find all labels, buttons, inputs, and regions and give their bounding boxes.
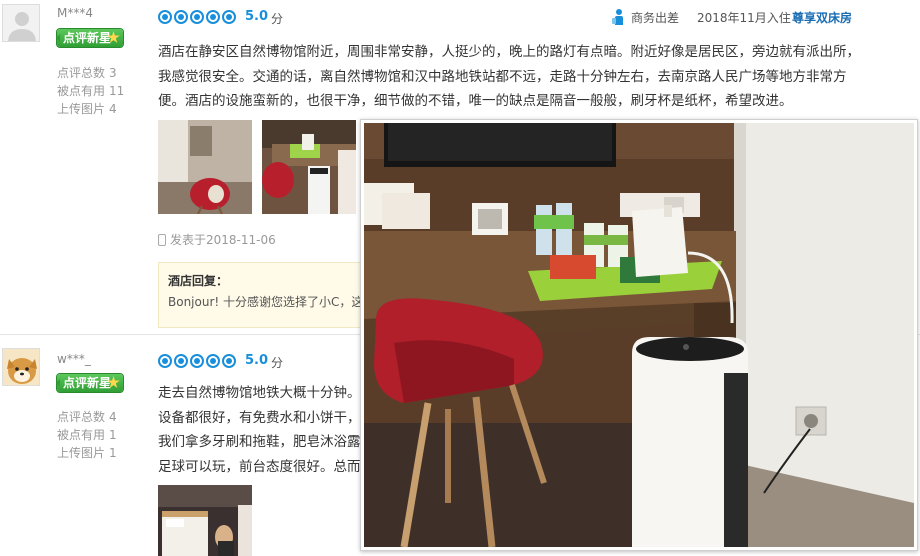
review-text: 走去自然博物馆地铁大概十分钟。 设备都很好，有免费水和小饼干， 我们拿多牙刷和拖… bbox=[158, 381, 363, 479]
stat-helpful-count: 被点有用 11 bbox=[57, 82, 124, 99]
badge-label: 点评新星 bbox=[63, 376, 112, 390]
username[interactable]: M***4 bbox=[57, 6, 93, 20]
hotel-reply: 酒店回复： Bonjour! 十分感谢您选择了小C，这里 bbox=[158, 262, 362, 328]
rating-dot-icon bbox=[174, 10, 188, 24]
stat-label: 被点有用 bbox=[57, 84, 106, 98]
review-photo-thumbnail[interactable] bbox=[158, 485, 252, 556]
stat-value: 3 bbox=[109, 66, 117, 80]
rating-dot-icon bbox=[222, 10, 236, 24]
stat-review-count: 点评总数 4 bbox=[57, 408, 117, 425]
rating-dot-icon bbox=[158, 354, 172, 368]
reply-title: 酒店回复： bbox=[168, 274, 229, 288]
enlarged-room-photo bbox=[364, 123, 914, 547]
rating-dot-icon bbox=[158, 10, 172, 24]
score-value: 5.0 bbox=[245, 9, 269, 24]
stat-label: 上传图片 bbox=[57, 446, 106, 460]
review-photo-thumbnail[interactable] bbox=[262, 120, 356, 214]
score-unit: 分 bbox=[271, 12, 284, 26]
reviewer-badge: 点评新星 bbox=[56, 374, 123, 392]
room-type-link[interactable]: 尊享双床房 bbox=[792, 9, 852, 26]
rating-dots bbox=[158, 10, 238, 24]
stat-label: 上传图片 bbox=[57, 102, 106, 116]
avatar[interactable] bbox=[2, 4, 40, 42]
badge-label: 点评新星 bbox=[63, 31, 112, 45]
rating-dot-icon bbox=[206, 354, 220, 368]
posted-info: 发表于2018-11-06 bbox=[158, 231, 276, 248]
stat-review-count: 点评总数 3 bbox=[57, 64, 117, 81]
posted-date: 发表于2018-11-06 bbox=[170, 233, 276, 247]
rating-dots bbox=[158, 354, 238, 368]
review-text: 酒店在静安区自然博物馆附近，周围非常安静，人挺少的，晚上的路灯有点暗。附近好像是… bbox=[158, 44, 860, 109]
stat-value: 1 bbox=[109, 446, 117, 460]
stat-label: 点评总数 bbox=[57, 410, 106, 424]
username[interactable]: w***_ bbox=[57, 352, 91, 366]
stat-photo-count: 上传图片 1 bbox=[57, 444, 117, 461]
score-unit: 分 bbox=[271, 356, 284, 370]
stay-date: 2018年11月入住 bbox=[697, 11, 791, 25]
stat-label: 被点有用 bbox=[57, 428, 106, 442]
rating-dot-icon bbox=[190, 354, 204, 368]
phone-icon bbox=[158, 234, 166, 246]
rating-dot-icon bbox=[222, 354, 236, 368]
stat-label: 点评总数 bbox=[57, 66, 106, 80]
stat-value: 1 bbox=[109, 428, 117, 442]
rating-dot-icon bbox=[190, 10, 204, 24]
trip-type-label: 商务出差 bbox=[631, 11, 680, 25]
reviewer-badge: 点评新星 bbox=[56, 29, 123, 47]
avatar[interactable] bbox=[2, 348, 40, 386]
score-value: 5.0 bbox=[245, 353, 269, 368]
stat-value: 4 bbox=[109, 410, 117, 424]
reply-text: Bonjour! 十分感谢您选择了小C，这里 bbox=[168, 295, 362, 309]
trip-type: 商务出差 bbox=[612, 9, 679, 26]
rating-dot-icon bbox=[206, 10, 220, 24]
review-text-line: 设备都很好，有免费水和小饼干， bbox=[158, 409, 361, 426]
photo-viewer-popup[interactable] bbox=[360, 119, 918, 551]
dog-avatar-icon bbox=[3, 349, 39, 385]
stat-photo-count: 上传图片 4 bbox=[57, 100, 117, 117]
stat-helpful-count: 被点有用 1 bbox=[57, 426, 117, 443]
rating-dot-icon bbox=[174, 354, 188, 368]
review-text-line: 足球可以玩，前台态度很好。总而 bbox=[158, 458, 361, 475]
review-text-line: 我们拿多牙刷和拖鞋，肥皂沐浴露 bbox=[158, 434, 361, 450]
default-avatar-icon bbox=[3, 5, 39, 41]
business-trip-icon bbox=[612, 9, 626, 25]
review-text-line: 走去自然博物馆地铁大概十分钟。 bbox=[158, 385, 361, 401]
stat-value: 4 bbox=[109, 102, 117, 116]
review-photo-thumbnail[interactable] bbox=[158, 120, 252, 214]
stat-value: 11 bbox=[109, 84, 125, 98]
